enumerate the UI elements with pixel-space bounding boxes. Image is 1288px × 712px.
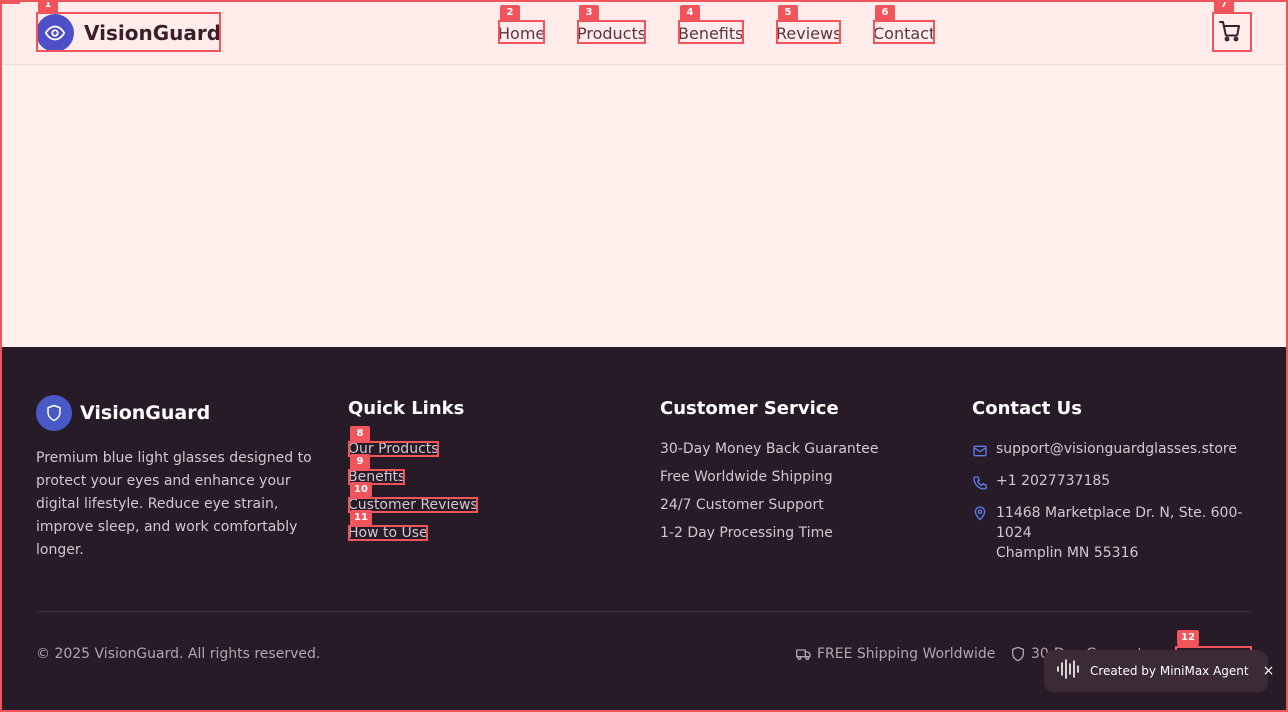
contact-phone-text: +1 2027737185: [996, 473, 1111, 489]
annotation-tag-6: 6: [875, 5, 895, 21]
annotation-tag-10: 10: [350, 482, 372, 498]
footer-brand-name: VisionGuard: [80, 402, 211, 424]
customer-service-title: Customer Service: [660, 398, 839, 419]
nav-contact[interactable]: Contact: [873, 24, 935, 43]
annotation-tag-12: 12: [1177, 630, 1199, 646]
annotation-tag-9: 9: [350, 454, 370, 470]
address-line-3: Champlin MN 55316: [996, 545, 1139, 561]
brand-logo-link[interactable]: VisionGuard: [36, 14, 221, 52]
shield-outline-icon: [1010, 646, 1026, 662]
footer-description: Premium blue light glasses designed to p…: [36, 450, 312, 558]
contact-address: 11468 Marketplace Dr. N, Ste. 600- 1024 …: [972, 503, 1242, 563]
annotation-tag-11: 11: [350, 510, 372, 526]
cart-button[interactable]: [1212, 14, 1248, 50]
nav-reviews[interactable]: Reviews: [776, 24, 841, 43]
cart-icon: [1218, 19, 1242, 46]
service-item-shipping: Free Worldwide Shipping: [660, 469, 833, 485]
mail-icon: [972, 443, 988, 459]
nav-home[interactable]: Home: [498, 24, 545, 43]
contact-email-text: support@visionguardglasses.store: [996, 441, 1237, 457]
service-item-guarantee: 30-Day Money Back Guarantee: [660, 441, 879, 457]
brand-name: VisionGuard: [84, 21, 222, 45]
address-line-1: 11468 Marketplace Dr. N, Ste. 600-: [996, 505, 1243, 521]
site-header: VisionGuard Home Products Benefits Revie…: [2, 2, 1286, 65]
copyright: © 2025 VisionGuard. All rights reserved.: [36, 646, 321, 662]
contact-phone: +1 2027737185: [972, 473, 1110, 491]
annotation-tag-3: 3: [579, 5, 599, 21]
contact-title: Contact Us: [972, 398, 1083, 419]
frame-corner-mark: [0, 0, 20, 4]
footer-brand: VisionGuard: [36, 395, 210, 431]
service-item-support: 24/7 Customer Support: [660, 497, 824, 513]
annotation-tag-8: 8: [350, 426, 370, 442]
nav-benefits[interactable]: Benefits: [678, 24, 744, 43]
waveform-icon: [1056, 659, 1082, 683]
phone-icon: [972, 475, 988, 491]
footer-link-how-to-use[interactable]: How to Use: [348, 525, 428, 541]
toast-label: Created by MiniMax Agent: [1090, 664, 1249, 678]
annotation-tag-4: 4: [680, 5, 700, 21]
annotation-tag-5: 5: [778, 5, 798, 21]
created-by-toast[interactable]: Created by MiniMax Agent ×: [1044, 650, 1274, 692]
contact-email: support@visionguardglasses.store: [972, 441, 1237, 459]
badge-free-shipping: FREE Shipping Worldwide: [796, 646, 995, 662]
eye-icon: [36, 14, 74, 52]
shield-icon: [36, 395, 72, 431]
footer-divider: [36, 611, 1252, 612]
annotation-tag-1: 1: [38, 0, 58, 13]
nav-products[interactable]: Products: [577, 24, 646, 43]
badge-free-shipping-text: FREE Shipping Worldwide: [817, 646, 996, 662]
map-pin-icon: [972, 505, 988, 521]
service-item-processing: 1-2 Day Processing Time: [660, 525, 833, 541]
annotation-tag-7: 7: [1214, 0, 1234, 13]
truck-icon: [796, 646, 812, 662]
contact-address-text: 11468 Marketplace Dr. N, Ste. 600- 1024 …: [996, 503, 1242, 563]
close-icon[interactable]: ×: [1263, 663, 1275, 679]
quick-links-title: Quick Links: [348, 398, 465, 419]
annotation-tag-2: 2: [500, 5, 520, 21]
address-line-2: 1024: [996, 525, 1032, 541]
